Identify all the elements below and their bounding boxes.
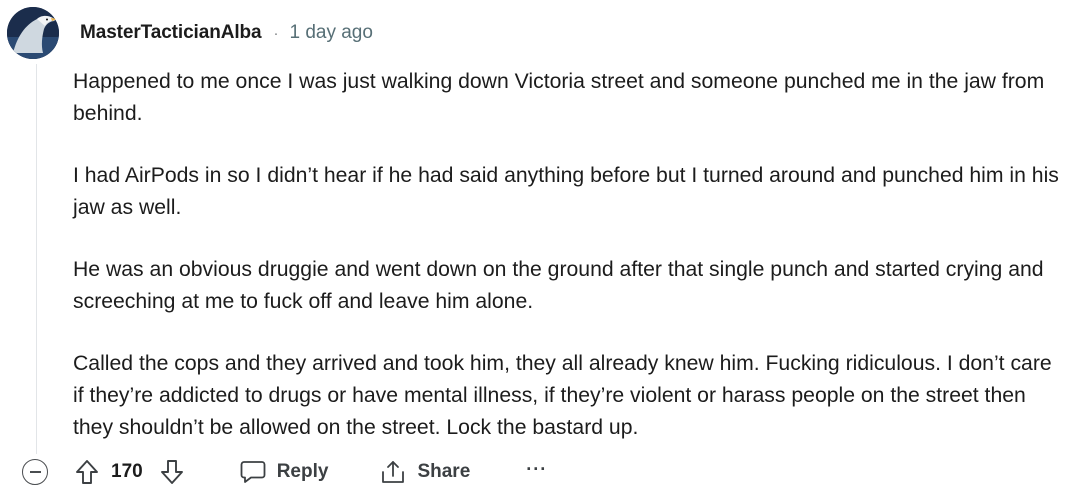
vote-score: 170 <box>111 461 143 482</box>
thread-line[interactable] <box>36 64 37 454</box>
share-icon <box>382 461 405 483</box>
comment-paragraph: I had AirPods in so I didn’t hear if he … <box>73 164 1059 219</box>
reply-button[interactable]: Reply <box>240 460 329 484</box>
comment-actions: 170 Reply Share ··· <box>22 452 547 492</box>
comment-body: Happened to me once I was just walking d… <box>73 66 1063 444</box>
avatar-image <box>7 7 59 59</box>
upvote-arrow-icon <box>76 460 98 484</box>
share-button[interactable]: Share <box>380 459 470 485</box>
separator-dot: · <box>273 24 279 42</box>
upvote-button[interactable] <box>75 459 99 485</box>
comment-header: MasterTacticianAlba · 1 day ago <box>80 19 373 47</box>
share-label: Share <box>417 461 471 482</box>
speech-bubble-icon <box>240 461 266 483</box>
vote-controls: 170 <box>75 459 184 485</box>
downvote-button[interactable] <box>160 459 184 485</box>
timestamp[interactable]: 1 day ago <box>289 22 372 44</box>
collapse-icon <box>29 471 41 473</box>
username[interactable]: MasterTacticianAlba <box>80 22 262 44</box>
comment-paragraph: He was an obvious druggie and went down … <box>73 258 1044 313</box>
collapse-button[interactable] <box>22 459 48 485</box>
reply-label: Reply <box>276 461 329 482</box>
downvote-arrow-icon <box>160 460 183 484</box>
comment-paragraph: Happened to me once I was just walking d… <box>73 70 1045 125</box>
more-options-button[interactable]: ··· <box>526 460 547 480</box>
comment-paragraph: Called the cops and they arrived and too… <box>73 352 1052 439</box>
ellipsis-icon: ··· <box>526 459 548 479</box>
avatar[interactable] <box>7 7 59 59</box>
